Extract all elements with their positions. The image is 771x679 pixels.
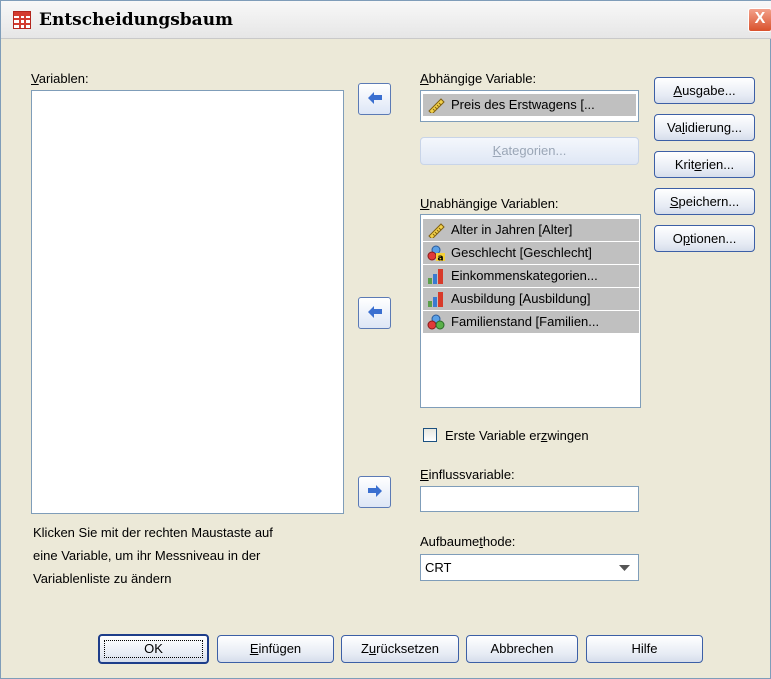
options-button[interactable]: Optionen... xyxy=(654,225,755,252)
dependent-variable-item[interactable]: Preis des Erstwagens [... xyxy=(423,94,636,116)
title-bar: Entscheidungsbaum X xyxy=(1,1,771,39)
move-dependent-button[interactable] xyxy=(358,83,391,115)
validation-button[interactable]: Validierung... xyxy=(654,114,755,141)
hint-line-2: eine Variable, um ihr Messniveau in der xyxy=(33,548,261,563)
list-item[interactable]: Familienstand [Familien... xyxy=(423,311,639,333)
ok-button[interactable]: OK xyxy=(98,634,209,664)
dependent-variable-field[interactable]: Preis des Erstwagens [... xyxy=(420,90,639,122)
reset-button[interactable]: Zurücksetzen xyxy=(341,635,459,663)
force-first-label: Erste Variable erzwingen xyxy=(445,428,589,443)
list-item-label: Geschlecht [Geschlecht] xyxy=(451,245,592,260)
list-item[interactable]: Ausbildung [Ausbildung] xyxy=(423,288,639,310)
method-selected: CRT xyxy=(425,560,452,575)
help-button[interactable]: Hilfe xyxy=(586,635,703,663)
dependent-variable-value: Preis des Erstwagens [... xyxy=(451,97,595,112)
window-title: Entscheidungsbaum xyxy=(39,10,234,30)
influence-variable-field[interactable] xyxy=(420,486,639,512)
ordinal-bars-icon xyxy=(428,292,443,307)
paste-button[interactable]: Einfügen xyxy=(217,635,334,663)
source-variable-list[interactable] xyxy=(31,90,344,514)
categories-button[interactable]: Kategorien... xyxy=(420,137,639,165)
influence-label: Einflussvariable: xyxy=(420,467,515,482)
decision-tree-dialog: Entscheidungsbaum X Variablen: Klicken S… xyxy=(0,0,771,679)
criteria-button[interactable]: Kriterien... xyxy=(654,151,755,178)
method-dropdown[interactable]: CRT xyxy=(420,554,639,581)
scale-ruler-icon xyxy=(428,98,445,113)
variables-label: Variablen: xyxy=(31,71,89,86)
arrow-right-icon xyxy=(368,485,382,497)
list-item[interactable]: a Geschlecht [Geschlecht] xyxy=(423,242,639,264)
grid-app-icon xyxy=(13,11,31,29)
move-independent-button[interactable] xyxy=(358,297,391,329)
hint-line-3: Variablenliste zu ändern xyxy=(33,571,172,586)
ordinal-bars-icon xyxy=(428,269,443,284)
arrow-left-icon xyxy=(368,306,382,318)
list-item-label: Alter in Jahren [Alter] xyxy=(451,222,573,237)
dependent-label: Abhängige Variable: xyxy=(420,71,537,86)
list-item[interactable]: Einkommenskategorien... xyxy=(423,265,639,287)
independent-variable-list[interactable]: Alter in Jahren [Alter] a Geschlecht [Ge… xyxy=(420,214,641,408)
scale-ruler-icon xyxy=(428,223,445,238)
chevron-down-icon[interactable] xyxy=(619,565,630,571)
move-influence-button[interactable] xyxy=(358,476,391,508)
list-item-label: Einkommenskategorien... xyxy=(451,268,598,283)
arrow-left-icon xyxy=(368,92,382,104)
output-button[interactable]: Ausgabe... xyxy=(654,77,755,104)
nominal-circles-icon xyxy=(427,314,445,330)
independent-label: Unabhängige Variablen: xyxy=(420,196,559,211)
close-button[interactable]: X xyxy=(748,8,771,32)
nominal-string-icon: a xyxy=(427,245,445,261)
force-first-checkbox[interactable] xyxy=(423,428,437,442)
list-item-label: Familienstand [Familien... xyxy=(451,314,600,329)
list-item-label: Ausbildung [Ausbildung] xyxy=(451,291,591,306)
hint-line-1: Klicken Sie mit der rechten Maustaste au… xyxy=(33,525,273,540)
cancel-button[interactable]: Abbrechen xyxy=(466,635,578,663)
method-label: Aufbaumethode: xyxy=(420,534,516,549)
save-button[interactable]: Speichern... xyxy=(654,188,755,215)
svg-text:a: a xyxy=(438,254,444,262)
list-item[interactable]: Alter in Jahren [Alter] xyxy=(423,219,639,241)
